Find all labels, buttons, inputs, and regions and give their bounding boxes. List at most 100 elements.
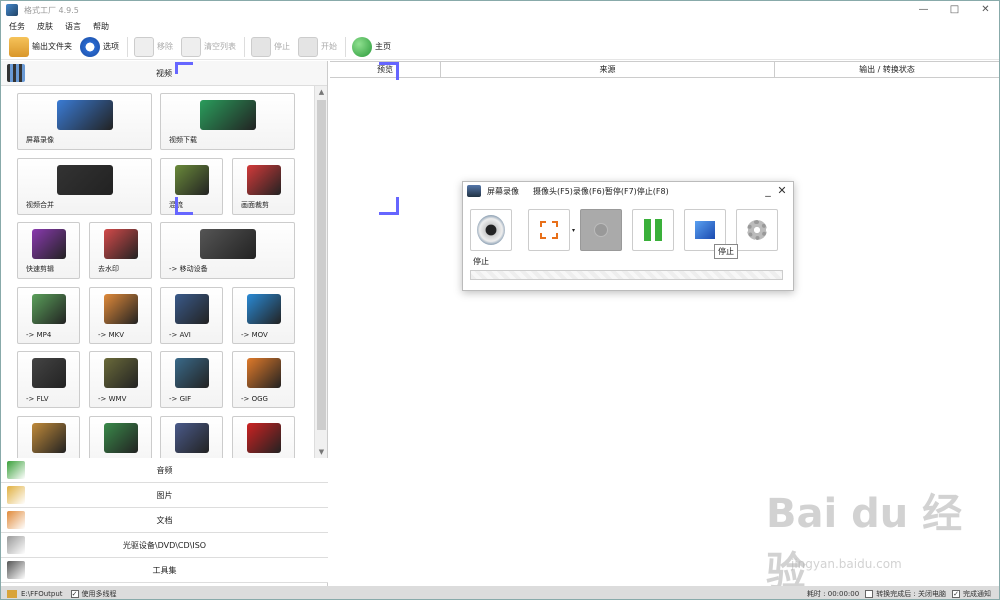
- shutdown-checkbox[interactable]: [865, 589, 874, 598]
- tool-tile[interactable]: -> MKV: [89, 287, 152, 344]
- elapsed-time: 耗时 : 00:00:00: [806, 589, 860, 598]
- ogg-icon: [246, 358, 281, 388]
- capture-corner-bottom-left[interactable]: [175, 197, 193, 215]
- tool-tile[interactable]: -> AVI: [160, 287, 223, 344]
- crop-icon: [246, 165, 281, 195]
- tool-tile[interactable]: -> MOV: [232, 287, 295, 344]
- category-document[interactable]: 文档: [1, 508, 328, 533]
- chevron-down-icon[interactable]: ▾: [572, 227, 575, 234]
- remove-button[interactable]: 移除: [134, 36, 173, 58]
- record-button[interactable]: [580, 209, 622, 251]
- dialog-minimize-button[interactable]: _: [761, 184, 775, 197]
- capture-corner-bottom-right[interactable]: [379, 197, 399, 215]
- tool-tile[interactable]: 快速剪辑: [17, 222, 80, 279]
- column-output-status[interactable]: 输出 / 转换状态: [775, 62, 999, 77]
- category-picture[interactable]: 图片: [1, 483, 328, 508]
- dialog-hotkeys: 摄像头(F5)录像(F6)暂停(F7)停止(F8): [533, 186, 669, 196]
- multithread-label: 使用多线程: [81, 589, 117, 598]
- clear-list-icon: [181, 36, 201, 57]
- menu-bar: 任务 皮肤 语言 帮助: [1, 19, 999, 33]
- settings-button[interactable]: [736, 209, 778, 251]
- region-select-icon: [540, 221, 558, 239]
- record-icon: [594, 223, 608, 237]
- webcam-button[interactable]: [470, 209, 512, 251]
- toolbar: 输出文件夹 选项 移除 清空列表 停止 开始 主页: [1, 34, 999, 60]
- menu-help[interactable]: 帮助: [93, 21, 109, 32]
- mov-icon: [246, 294, 281, 324]
- avi-icon: [174, 294, 209, 324]
- tool-tile-label: 画面裁剪: [241, 201, 269, 209]
- tool-tile[interactable]: 屏幕录像: [17, 93, 152, 150]
- dialog-title-bar: 屏幕录像 摄像头(F5)录像(F6)暂停(F7)停止(F8) _ ✕: [463, 182, 793, 200]
- scrollbar-thumb[interactable]: [317, 100, 326, 430]
- options-button[interactable]: 选项: [80, 36, 119, 58]
- video-category-header[interactable]: 视频: [1, 61, 327, 86]
- mux-icon: [174, 165, 209, 195]
- tool-tile[interactable]: -> FLV: [17, 351, 80, 408]
- close-button[interactable]: ✕: [970, 1, 999, 19]
- menu-language[interactable]: 语言: [65, 21, 81, 32]
- tool-tile[interactable]: 视频合并: [17, 158, 152, 215]
- category-label: 文档: [156, 515, 173, 525]
- start-button[interactable]: 开始: [298, 36, 337, 58]
- output-folder-button[interactable]: 输出文件夹: [9, 36, 72, 58]
- tool-tile-label: -> 移动设备: [169, 265, 208, 273]
- column-source[interactable]: 来源: [441, 62, 775, 77]
- tool-tile[interactable]: 去水印: [89, 222, 152, 279]
- pause-icon: [644, 219, 662, 241]
- options-icon: [80, 36, 100, 57]
- maximize-button[interactable]: □: [939, 1, 970, 19]
- tool-tile[interactable]: 画面裁剪: [232, 158, 295, 215]
- pause-button[interactable]: [632, 209, 674, 251]
- tool-tile[interactable]: [160, 416, 223, 458]
- menu-task[interactable]: 任务: [9, 21, 25, 32]
- minimize-button[interactable]: —: [908, 1, 939, 19]
- tool-tile[interactable]: [232, 416, 295, 458]
- tool-tile-label: -> WMV: [98, 395, 127, 403]
- mpeg-icon: [174, 423, 209, 453]
- clear-list-button[interactable]: 清空列表: [181, 36, 236, 58]
- tool-tile[interactable]: -> OGG: [232, 351, 295, 408]
- record-progress-bar: [470, 270, 783, 280]
- scroll-up-icon[interactable]: ▲: [315, 86, 328, 98]
- home-icon: [352, 36, 372, 57]
- tool-tile[interactable]: [89, 416, 152, 458]
- webcam-icon: [477, 215, 505, 245]
- dialog-close-button[interactable]: ✕: [775, 184, 789, 197]
- stop-record-icon: [695, 221, 715, 239]
- vertical-scrollbar[interactable]: ▲ ▼: [314, 86, 327, 458]
- tool-tile[interactable]: -> MP4: [17, 287, 80, 344]
- multithread-checkbox[interactable]: ✓: [70, 589, 79, 598]
- category-toolbox[interactable]: 工具集: [1, 558, 328, 583]
- tool-tile[interactable]: -> GIF: [160, 351, 223, 408]
- menu-skin[interactable]: 皮肤: [37, 21, 53, 32]
- capture-corner-top-left[interactable]: [175, 62, 193, 74]
- category-audio[interactable]: 音频: [1, 458, 328, 483]
- region-select-button[interactable]: ▾: [528, 209, 575, 251]
- video-merge-icon: [56, 165, 113, 195]
- notify-label: 完成通知: [963, 589, 991, 598]
- gif-icon: [174, 358, 209, 388]
- output-path[interactable]: E:\FFOutput: [21, 590, 63, 598]
- notify-checkbox[interactable]: ✓: [952, 589, 960, 598]
- tool-tile-label: 视频合并: [26, 201, 54, 209]
- tool-tile-label: 去水印: [98, 265, 119, 273]
- capture-corner-top-right[interactable]: [379, 62, 399, 80]
- stop-button[interactable]: 停止: [251, 36, 290, 58]
- start-icon: [298, 36, 318, 57]
- tool-tile[interactable]: -> WMV: [89, 351, 152, 408]
- category-disc[interactable]: 光驱设备\DVD\CD\ISO: [1, 533, 328, 558]
- wmv-icon: [103, 358, 138, 388]
- screen-record-icon: [56, 100, 113, 130]
- tool-tile[interactable]: -> 移动设备: [160, 222, 295, 279]
- tool-tile[interactable]: 视频下载: [160, 93, 295, 150]
- tool-tile-label: 快速剪辑: [26, 265, 54, 273]
- tool-tile-label: -> GIF: [169, 395, 192, 403]
- folder-icon[interactable]: [7, 589, 17, 598]
- home-button[interactable]: 主页: [352, 36, 391, 58]
- tool-tile[interactable]: [17, 416, 80, 458]
- video-download-icon: [199, 100, 256, 130]
- scroll-down-icon[interactable]: ▼: [315, 446, 328, 458]
- left-panel: 视频 屏幕录像 视频下载 视频合并 混流 画面裁剪 快速剪辑 去水印 -> 移动设备 -> MP…: [1, 61, 328, 586]
- category-label: 工具集: [152, 565, 177, 575]
